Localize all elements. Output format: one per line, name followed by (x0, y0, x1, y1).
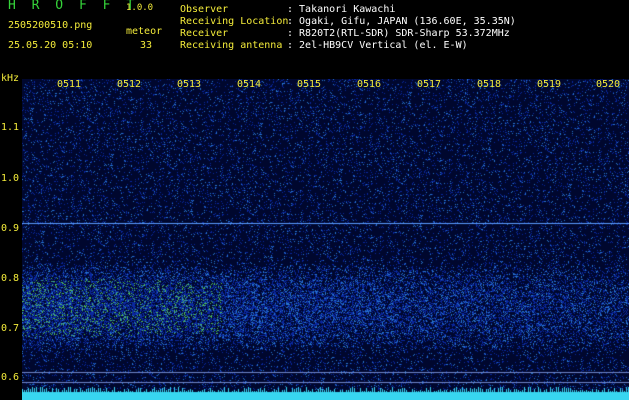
frequency-tick: 0.8 (1, 273, 20, 284)
time-tick: 0517 (417, 79, 442, 90)
file-name: 2505200510.png (8, 20, 93, 31)
meta-value: : R820T2(RTL-SDR) SDR-Sharp 53.372MHz (287, 28, 510, 39)
frequency-tick: 0.6 (1, 372, 20, 383)
time-tick: 0516 (357, 79, 382, 90)
time-tick: 0513 (177, 79, 202, 90)
time-axis: 0511 0512 0513 0514 0515 0516 0517 0518 … (0, 79, 629, 93)
frequency-axis: kHz 1.1 1.0 0.9 0.8 0.7 0.6 (0, 72, 22, 400)
capture-datetime: 25.05.20 05:10 (8, 40, 93, 51)
meta-key: Receiving antenna (180, 40, 283, 51)
frequency-unit-label: kHz (1, 73, 20, 84)
waterfall-plot (22, 79, 629, 400)
waterfall-canvas (22, 79, 629, 400)
time-tick: 0520 (596, 79, 621, 90)
frequency-tick: 0.9 (1, 223, 20, 234)
meta-key: Receiver (180, 28, 229, 39)
frequency-tick: 1.0 (1, 173, 20, 184)
app-version: 1.0.0 (126, 3, 154, 13)
meta-value: : Takanori Kawachi (287, 4, 396, 15)
hrofft-spectrogram-window: H R O F F T 1.0.0 2505200510.png 25.05.2… (0, 0, 629, 400)
time-tick: 0511 (57, 79, 82, 90)
app-title: H R O F F T (8, 0, 139, 13)
time-tick: 0514 (237, 79, 262, 90)
meteor-count-value: 33 (140, 40, 153, 51)
meta-value: : Ogaki, Gifu, JAPAN (136.60E, 35.35N) (287, 16, 516, 27)
frequency-tick: 0.7 (1, 323, 20, 334)
time-tick: 0515 (297, 79, 322, 90)
meteor-count-label: meteor (126, 26, 163, 37)
meta-value: : 2el-HB9CV Vertical (el. E-W) (287, 40, 468, 51)
frequency-tick: 1.1 (1, 122, 20, 133)
time-tick: 0512 (117, 79, 142, 90)
time-tick: 0519 (537, 79, 562, 90)
meta-key: Receiving Location (180, 16, 289, 27)
meta-key: Observer (180, 4, 229, 15)
time-tick: 0518 (477, 79, 502, 90)
